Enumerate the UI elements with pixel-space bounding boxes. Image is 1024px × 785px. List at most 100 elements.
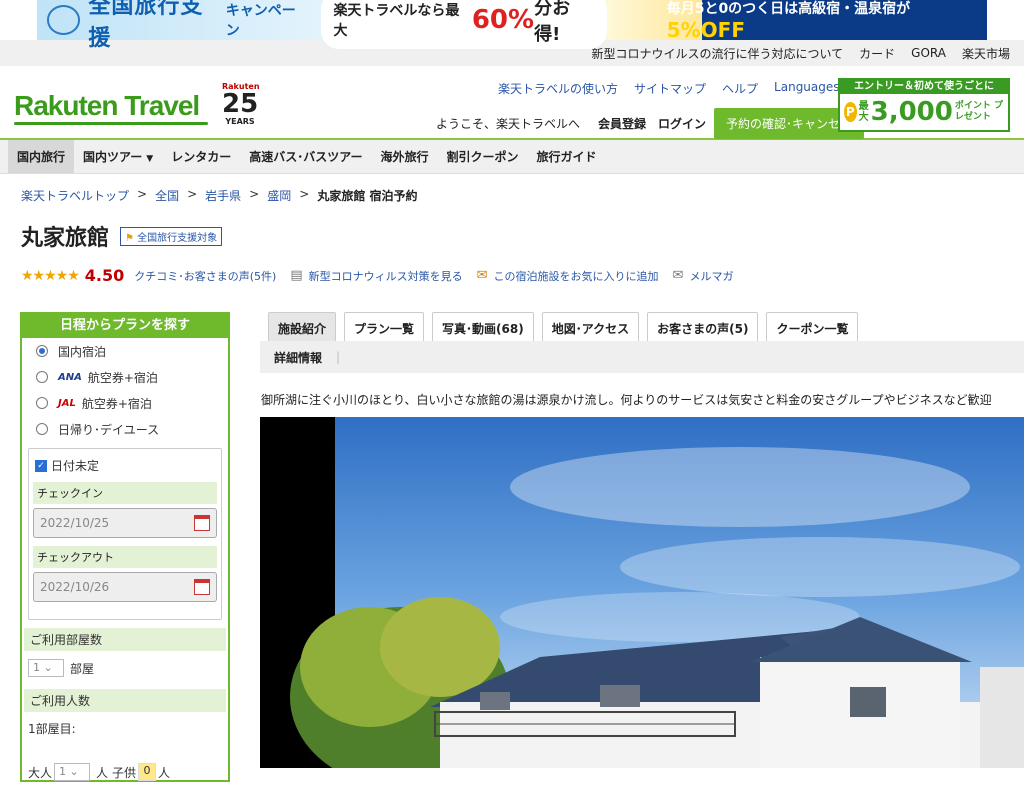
nav-coupon[interactable]: 割引クーポン (438, 140, 528, 173)
radio-button[interactable] (36, 371, 48, 383)
checkout-label: チェックアウト (33, 546, 217, 568)
travel-support-icon (47, 5, 81, 35)
rooms-label: ご利用部屋数 (24, 628, 226, 651)
promo-right-text: 毎月5と0のつく日は高級宿・温泉宿が 5%OFF (666, 1, 911, 42)
add-favorite-link[interactable]: この宿泊施設をお気に入りに追加 (494, 268, 659, 284)
link-how-to-use[interactable]: 楽天トラベルの使い方 (498, 80, 618, 97)
rating-score: 4.50 (84, 266, 125, 285)
ana-logo: ANA (58, 371, 82, 383)
link-help[interactable]: ヘルプ (722, 80, 758, 97)
promo-title: 全国旅行支援 (88, 0, 204, 51)
util-link-ichiba[interactable]: 楽天市場 (962, 45, 1010, 62)
mail-icon: ✉ (672, 268, 684, 283)
header-user-area: ようこそ、楽天トラベルへ 会員登録 ログイン 予約の確認･キャンセル (436, 108, 865, 139)
breadcrumb-iwate[interactable]: 岩手県 (205, 187, 241, 204)
tab-facility-info[interactable]: 施設紹介 (268, 312, 337, 344)
nav-domestic-tour[interactable]: 国内ツアー ▼ (74, 140, 162, 173)
25-years-badge: Rakuten 25 YEARS (222, 82, 260, 126)
newsletter-link[interactable]: メルマガ (689, 268, 733, 284)
tab-reviews[interactable]: お客さまの声(5) (647, 312, 759, 344)
welcome-text: ようこそ、楽天トラベルへ (436, 117, 581, 131)
child-count[interactable]: 0 (138, 763, 157, 781)
reviews-link[interactable]: クチコミ･お客さまの声(5件) (134, 268, 276, 284)
travel-support-tag[interactable]: ⚑ 全国旅行支援対象 (120, 227, 223, 246)
checkin-date-field[interactable]: 2022/10/25 (33, 508, 217, 538)
option-domestic-stay[interactable]: 国内宿泊 (22, 338, 228, 364)
date-undecided-checkbox[interactable]: ✓ 日付未定 (33, 453, 217, 480)
checkbox-checked-icon: ✓ (35, 459, 47, 472)
document-icon: ▤ (290, 268, 303, 283)
entry-points-label: ポイント プレゼント (954, 101, 1004, 122)
nav-highway-bus[interactable]: 高速バス･バスツアー (240, 140, 371, 173)
option-day-use[interactable]: 日帰り･デイユース (22, 416, 228, 442)
adult-select[interactable]: 1 ⌄ (54, 763, 91, 781)
subtab-details[interactable]: 詳細情報 (274, 349, 322, 366)
tab-map[interactable]: 地図･アクセス (541, 312, 640, 344)
util-link-gora[interactable]: GORA (911, 46, 946, 60)
logo-underline (14, 122, 208, 125)
rakuten-travel-logo[interactable]: Rakuten Travel (14, 90, 200, 122)
promo-discount-box: 楽天トラベルなら最大 60% 分お得! (321, 0, 607, 49)
promo-mid-text: 楽天トラベルなら最大 (333, 3, 460, 39)
calendar-icon[interactable] (194, 515, 210, 531)
flag-icon: ⚑ (125, 233, 134, 244)
radio-button[interactable] (36, 423, 48, 435)
rooms-select[interactable]: 1 ⌄ (28, 659, 64, 677)
star-rating: ★★★★★ (21, 267, 80, 284)
hotel-tabs: 施設紹介 プラン一覧 写真･動画(68) 地図･アクセス お客さまの声(5) ク… (268, 312, 866, 344)
promo-subtitle: キャンペーン (225, 3, 296, 39)
rooms-row: 1 ⌄ 部屋 (22, 655, 228, 681)
favorite-add-icon: ✉ (476, 268, 488, 283)
room1-label: 1部屋目: (28, 722, 76, 736)
hotel-photo-illustration (260, 417, 1024, 768)
nav-domestic-travel[interactable]: 国内旅行 (8, 140, 75, 173)
hotel-main-photo[interactable] (260, 417, 1024, 768)
promo-mid-suffix: 分お得! (534, 0, 571, 45)
subtab-bar: 詳細情報 | (260, 341, 1024, 373)
breadcrumb-top[interactable]: 楽天トラベルトップ (21, 187, 129, 204)
breadcrumb-nationwide[interactable]: 全国 (155, 187, 179, 204)
util-link-card[interactable]: カード (859, 45, 895, 62)
tab-coupons[interactable]: クーポン一覧 (766, 312, 859, 344)
breadcrumb: 楽天トラベルトップ > 全国 > 岩手県 > 盛岡 > 丸家旅館 宿泊予約 (21, 187, 418, 204)
option-ana-flight-stay[interactable]: ANA 航空券+宿泊 (22, 364, 228, 390)
tab-photos[interactable]: 写真･動画(68) (432, 312, 534, 344)
nav-rental-car[interactable]: レンタカー (162, 140, 240, 173)
hotel-description: 御所湖に注ぐ小川のほとり、白い小さな旅館の湯は源泉かけ流し。何よりのサービスは気… (261, 393, 992, 407)
nav-overseas[interactable]: 海外旅行 (372, 140, 438, 173)
checkout-date-field[interactable]: 2022/10/26 (33, 572, 217, 602)
jal-logo: JAL (58, 397, 76, 409)
option-jal-flight-stay[interactable]: JAL 航空券+宿泊 (22, 390, 228, 416)
date-selection-box: ✓ 日付未定 チェックイン 2022/10/25 チェックアウト 2022/10… (28, 448, 222, 620)
promo-banner-area: 全国旅行支援 キャンペーン 楽天トラベルなら最大 60% 分お得! 毎月5と0の… (0, 0, 1024, 51)
page-title: 丸家旅館 (21, 226, 110, 251)
radio-button[interactable] (36, 397, 48, 409)
guests-row: 大人 1 ⌄ 人 子供 0 人 (28, 763, 171, 781)
nav-travel-guide[interactable]: 旅行ガイド (528, 140, 606, 173)
covid-measures-link[interactable]: 新型コロナウィルス対策を見る (309, 268, 463, 284)
login-link[interactable]: ログイン (658, 115, 706, 132)
link-sitemap[interactable]: サイトマップ (634, 80, 706, 97)
calendar-icon[interactable] (194, 579, 210, 595)
global-nav: 国内旅行 国内ツアー ▼ レンタカー 高速バス･バスツアー 海外旅行 割引クーポン… (0, 140, 1024, 174)
plan-search-title: 日程からプランを探す (22, 314, 228, 338)
entry-points-number: 3,000 (870, 97, 953, 127)
util-link-covid[interactable]: 新型コロナウイルスの流行に伴う対応について (592, 45, 844, 62)
campaign-banner[interactable]: 全国旅行支援 キャンペーン 楽天トラベルなら最大 60% 分お得! 毎月5と0の… (37, 0, 987, 51)
guests-label: ご利用人数 (24, 689, 226, 712)
radio-button[interactable] (36, 345, 48, 357)
site-header: Rakuten Travel Rakuten 25 YEARS 楽天トラベルの使… (0, 66, 1024, 140)
plan-search-panel: 日程からプランを探す 国内宿泊 ANA 航空券+宿泊 JAL 航空券+宿泊 日帰… (20, 312, 230, 782)
chevron-down-icon: ▼ (146, 154, 154, 164)
promo-mid-pct: 60% (471, 5, 535, 35)
register-link[interactable]: 会員登録 (598, 115, 646, 132)
entry-max-text: 最大 (858, 101, 869, 123)
entry-points-banner[interactable]: エントリー＆初めて使うごとに P 最大 3,000 ポイント プレゼント (838, 78, 1010, 132)
tab-plans[interactable]: プラン一覧 (344, 312, 425, 344)
breadcrumb-morioka[interactable]: 盛岡 (267, 187, 291, 204)
point-coin-icon: P (844, 102, 857, 122)
checkin-label: チェックイン (33, 482, 217, 504)
breadcrumb-current: 丸家旅館 宿泊予約 (317, 189, 418, 203)
entry-banner-top: エントリー＆初めて使うごとに (840, 80, 1008, 94)
promo-right-pct: 5%OFF (666, 18, 745, 42)
